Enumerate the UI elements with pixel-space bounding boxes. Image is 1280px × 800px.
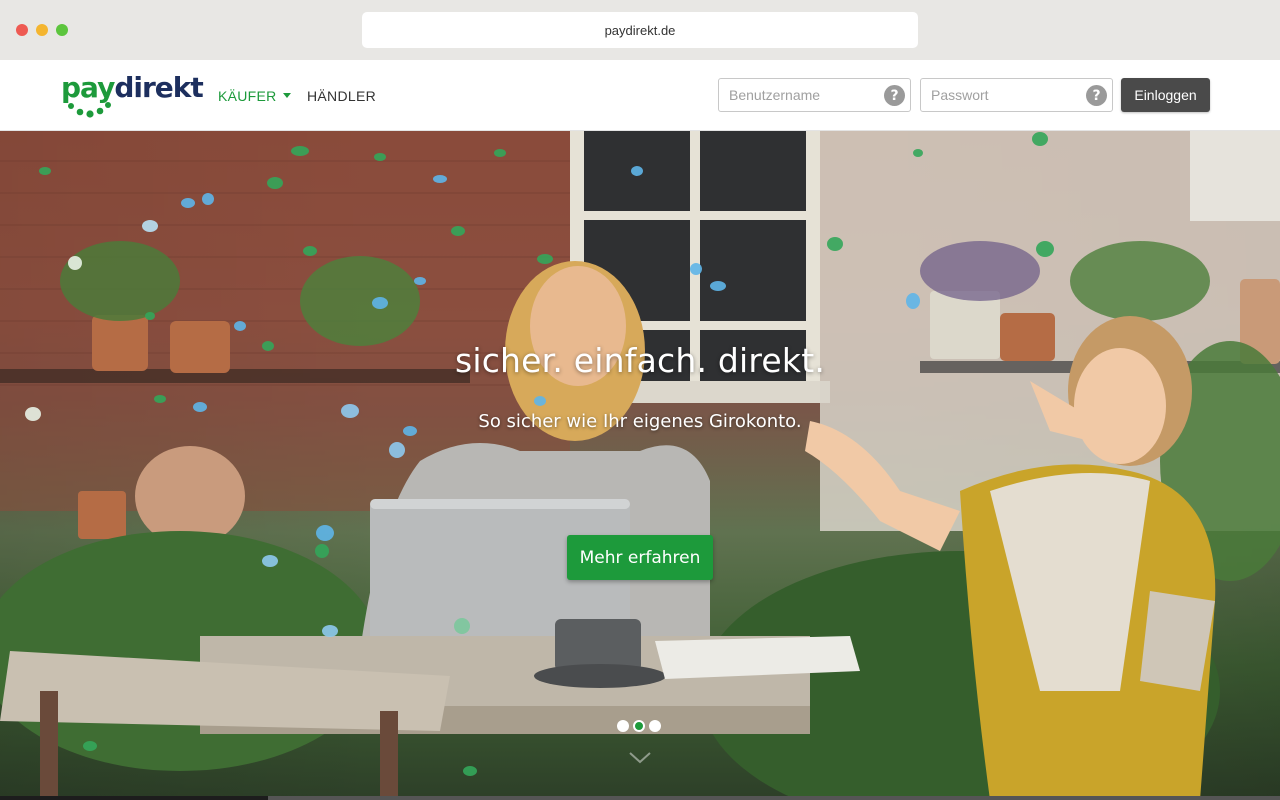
hero-banner: sicher. einfach. direkt. So sicher wie I… [0, 131, 1280, 800]
address-bar[interactable]: paydirekt.de [362, 12, 918, 48]
caret-down-icon [282, 93, 291, 98]
carousel-dot-3[interactable] [649, 720, 661, 732]
browser-chrome: paydirekt.de [0, 0, 1280, 60]
address-bar-url: paydirekt.de [604, 22, 676, 38]
logo-dots-icon [68, 102, 111, 118]
help-icon[interactable]: ? [1086, 85, 1107, 106]
login-button[interactable]: Einloggen [1121, 78, 1210, 112]
carousel-indicators [617, 720, 661, 732]
paydirekt-logo[interactable]: paydirekt [61, 72, 204, 120]
username-field-wrapper: ? [718, 78, 911, 112]
hero-progress-track [0, 796, 1280, 800]
hero-progress-fill [0, 796, 268, 800]
password-input[interactable] [921, 79, 1112, 111]
logo-wordmark: paydirekt [61, 71, 204, 104]
nav-haendler[interactable]: HÄNDLER [307, 60, 376, 131]
maximize-window-button[interactable] [56, 24, 68, 36]
carousel-dot-1[interactable] [617, 720, 629, 732]
username-input[interactable] [719, 79, 910, 111]
nav-haendler-label: HÄNDLER [307, 87, 377, 104]
site-header: paydirekt KÄUFER HÄNDLER ? ? Einloggen [0, 60, 1280, 131]
hero-background-image [0, 131, 1280, 800]
mehr-erfahren-button[interactable]: Mehr erfahren [567, 535, 713, 580]
hero-subtitle: So sicher wie Ihr eigenes Girokonto. [478, 411, 802, 432]
chevron-down-icon[interactable] [628, 751, 652, 765]
nav-kaeufer[interactable]: KÄUFER [218, 60, 291, 131]
password-field-wrapper: ? [920, 78, 1113, 112]
carousel-dot-2[interactable] [633, 720, 645, 732]
minimize-window-button[interactable] [36, 24, 48, 36]
nav-kaeufer-label: KÄUFER [218, 87, 277, 104]
help-icon[interactable]: ? [884, 85, 905, 106]
close-window-button[interactable] [16, 24, 28, 36]
hero-title: sicher. einfach. direkt. [454, 341, 826, 380]
